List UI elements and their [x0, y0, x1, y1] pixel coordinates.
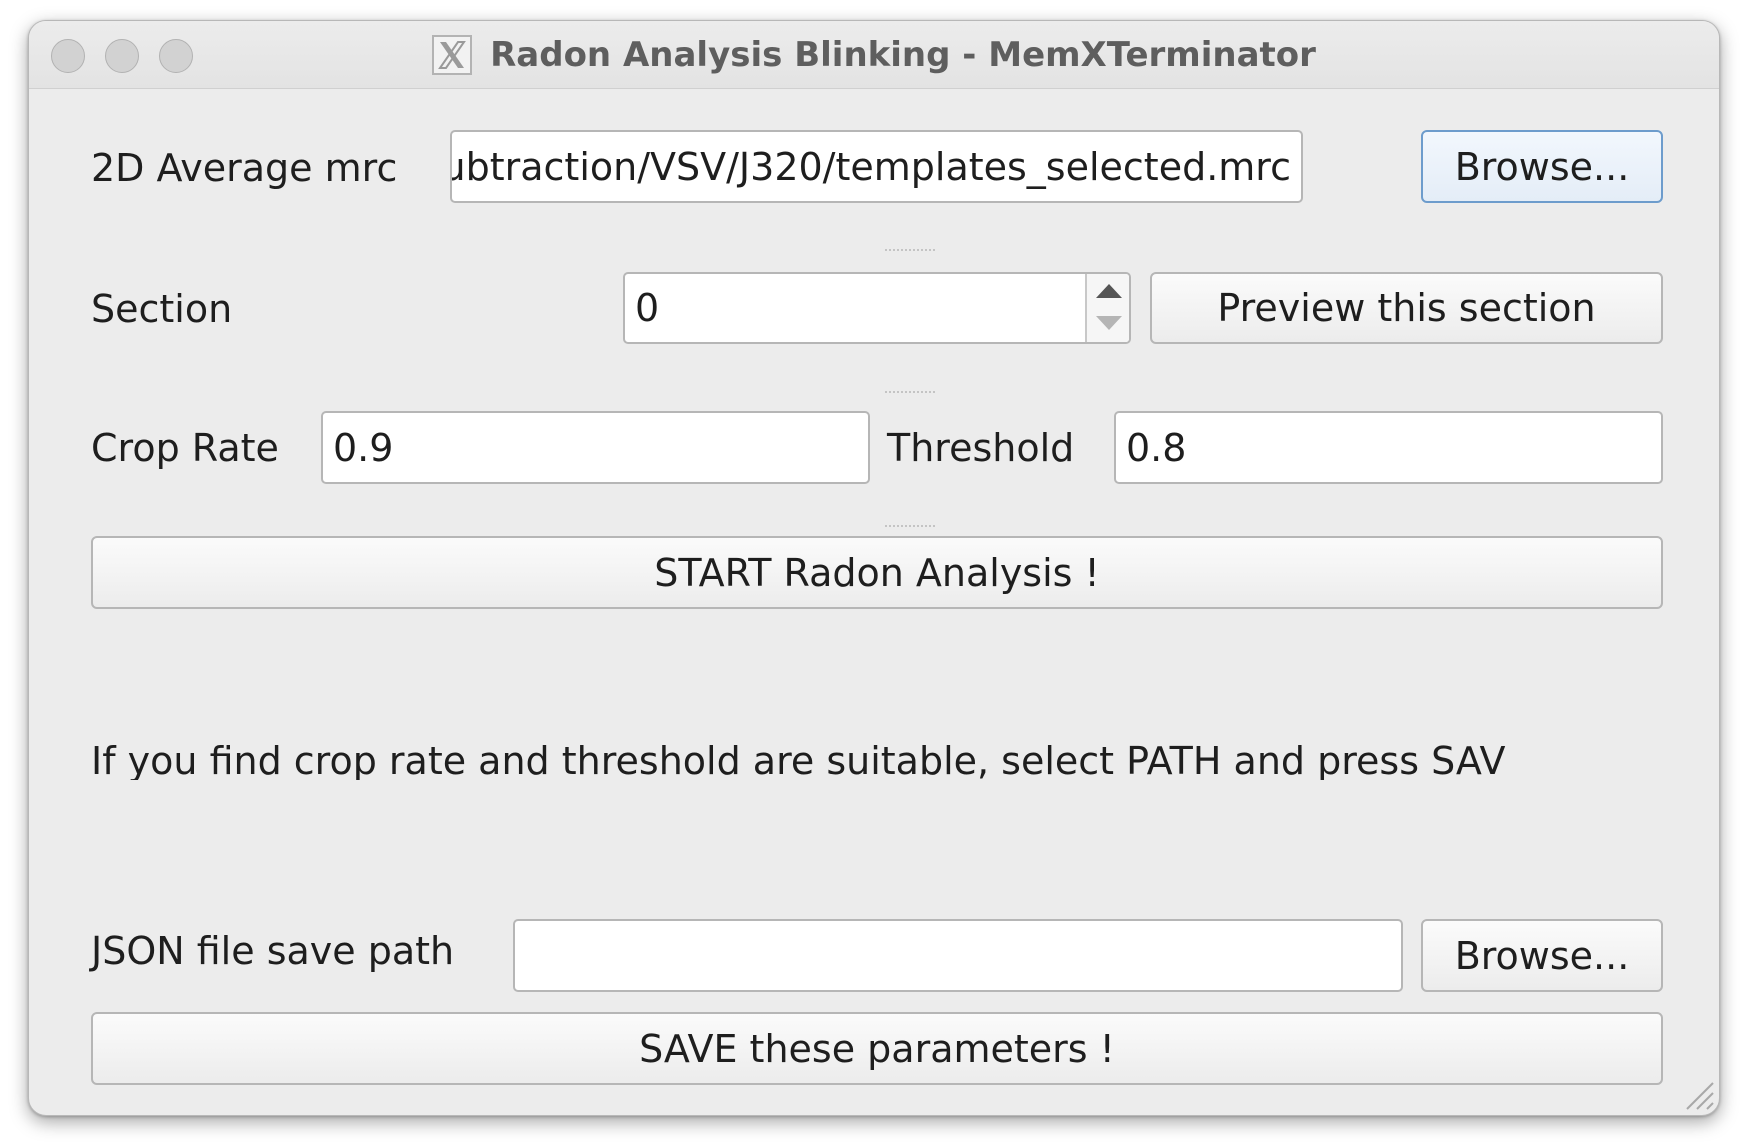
- mrc-path-input[interactable]: ubtraction/VSV/J320/templates_selected.m…: [450, 130, 1303, 203]
- threshold-label: Threshold: [887, 426, 1075, 470]
- info-text: If you find crop rate and threshold are …: [91, 742, 1506, 780]
- json-browse-button[interactable]: Browse...: [1421, 919, 1663, 992]
- section-value: 0: [635, 286, 660, 330]
- spin-down-icon[interactable]: [1096, 316, 1122, 330]
- threshold-value: 0.8: [1126, 425, 1187, 470]
- preview-section-button[interactable]: Preview this section: [1150, 272, 1663, 344]
- crop-rate-label: Crop Rate: [91, 426, 279, 470]
- splitter-handle-2[interactable]: [885, 391, 935, 393]
- crop-rate-input[interactable]: 0.9: [321, 411, 870, 484]
- splitter-handle[interactable]: [885, 249, 935, 251]
- window-title: Radon Analysis Blinking - MemXTerminator: [490, 34, 1316, 75]
- x11-icon: [432, 34, 473, 75]
- crop-rate-value: 0.9: [333, 425, 394, 470]
- spin-buttons[interactable]: [1085, 274, 1129, 342]
- save-parameters-button[interactable]: SAVE these parameters !: [91, 1012, 1663, 1085]
- mrc-label: 2D Average mrc: [91, 146, 398, 190]
- window-title-area: Radon Analysis Blinking - MemXTerminator: [29, 21, 1719, 88]
- spin-up-icon[interactable]: [1096, 284, 1122, 298]
- title-bar[interactable]: Radon Analysis Blinking - MemXTerminator: [29, 21, 1719, 89]
- mrc-path-value: ubtraction/VSV/J320/templates_selected.m…: [450, 144, 1291, 189]
- splitter-handle-3[interactable]: [885, 525, 935, 527]
- mrc-browse-button[interactable]: Browse...: [1421, 130, 1663, 203]
- json-path-label: JSON file save path: [91, 929, 455, 973]
- threshold-input[interactable]: 0.8: [1114, 411, 1663, 484]
- start-radon-button[interactable]: START Radon Analysis !: [91, 536, 1663, 609]
- resize-grip-icon[interactable]: [1681, 1077, 1715, 1111]
- section-spinbox[interactable]: 0: [623, 272, 1131, 344]
- main-panel: 2D Average mrc ubtraction/VSV/J320/templ…: [29, 89, 1719, 1115]
- app-window: Radon Analysis Blinking - MemXTerminator…: [28, 20, 1720, 1116]
- section-label: Section: [91, 287, 233, 331]
- json-path-input[interactable]: [513, 919, 1403, 992]
